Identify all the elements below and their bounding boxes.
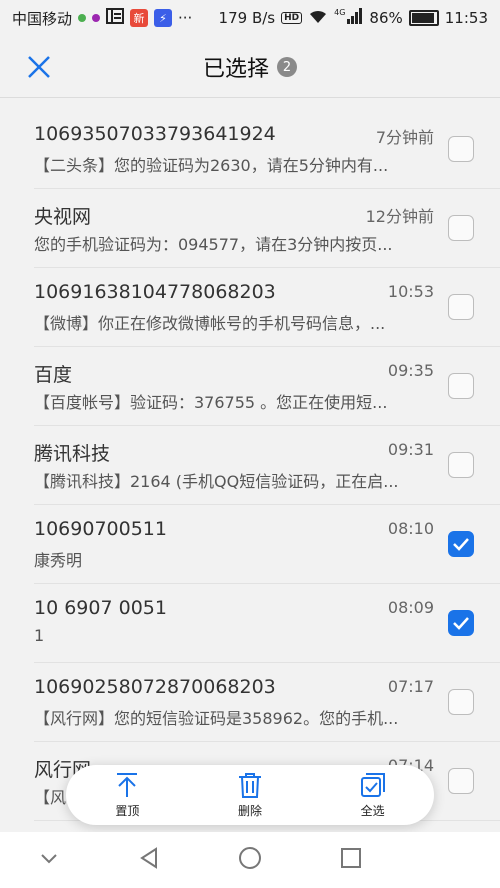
action-bar: 置顶 删除 全选 xyxy=(66,765,434,825)
status-left: 中国移动 新 ⚡ ··· xyxy=(12,8,192,29)
message-row[interactable]: 10690258072870068203 07:17 【风行网】您的短信验证码是35… xyxy=(34,663,500,742)
message-row[interactable]: 10 6907 0051 08:09 1 xyxy=(34,584,500,663)
page-title: 已选择 xyxy=(202,57,269,82)
message-row[interactable]: 腾讯科技 09:31 【腾讯科技】2164 (手机QQ短信验证码，正在启... xyxy=(34,426,500,505)
message-sender: 腾讯科技 xyxy=(34,443,111,465)
select-checkbox[interactable] xyxy=(448,768,474,794)
notes-icon xyxy=(106,8,125,28)
back-triangle-icon xyxy=(139,847,157,869)
select-checkbox[interactable] xyxy=(448,689,474,715)
message-row[interactable]: 10690700511 08:10 康秀明 xyxy=(34,505,500,584)
message-time: 08:10 xyxy=(387,519,434,538)
message-preview: 【百度帐号】验证码：376755 。您正在使用短... xyxy=(34,393,388,412)
message-time: 10:53 xyxy=(387,282,434,301)
close-icon xyxy=(28,56,50,78)
pin-button[interactable]: 置顶 xyxy=(82,771,172,819)
message-preview: 【二头条】您的验证码为2630，请在5分钟内有... xyxy=(34,156,389,175)
network-type-label: 4G xyxy=(334,8,346,17)
status-bar: 中国移动 新 ⚡ ··· 179 B/s HD 4G 86% 11:53 xyxy=(0,0,500,36)
message-sender: 10 6907 0051 xyxy=(34,597,167,619)
chevron-down-icon xyxy=(41,854,57,864)
home-circle-icon xyxy=(238,847,261,869)
selection-header: 已选择 2 xyxy=(0,36,500,98)
carrier-dot-icon xyxy=(78,14,87,22)
lightning-app-icon: ⚡ xyxy=(154,9,173,27)
select-checkbox[interactable] xyxy=(448,294,474,320)
battery-icon xyxy=(408,10,439,26)
pin-to-top-icon xyxy=(117,773,138,797)
message-sender: 央视网 xyxy=(34,206,92,228)
recents-square-icon xyxy=(341,848,362,868)
select-all-icon xyxy=(360,773,385,797)
carrier-dot-2-icon xyxy=(92,14,101,22)
pin-label: 置顶 xyxy=(115,804,140,818)
select-all-label: 全选 xyxy=(360,804,385,818)
message-time: 09:31 xyxy=(387,440,434,459)
message-time: 07:17 xyxy=(387,677,434,696)
message-list[interactable]: 10693507033793641924 7分钟前【二头条】您的验证码为2630，… xyxy=(0,99,500,832)
select-all-button[interactable]: 全选 xyxy=(328,771,418,819)
recents-button[interactable] xyxy=(340,847,362,873)
hd-icon: HD xyxy=(281,12,303,24)
message-preview: 【腾讯科技】2164 (手机QQ短信验证码，正在启... xyxy=(34,472,399,491)
wifi-icon xyxy=(308,8,328,28)
message-row[interactable]: 央视网 12分钟前您的手机验证码为：094577，请在3分钟内按页... xyxy=(34,189,500,268)
selected-count-badge: 2 xyxy=(277,57,297,77)
signal-icon xyxy=(347,8,363,28)
message-row[interactable]: 10693507033793641924 7分钟前【二头条】您的验证码为2630，… xyxy=(34,110,500,189)
collapse-button[interactable] xyxy=(39,848,59,872)
select-checkbox[interactable] xyxy=(448,452,474,478)
select-checkbox[interactable] xyxy=(448,531,474,557)
close-button[interactable] xyxy=(22,50,56,84)
message-sender: 10690258072870068203 xyxy=(34,676,276,698)
message-row[interactable]: 10691638104778068203 10:53 【微博】你正在修改微博帐号的手… xyxy=(34,268,500,347)
message-sender: 百度 xyxy=(34,364,73,386)
message-time: 7分钟前 xyxy=(375,128,434,147)
message-time: 08:09 xyxy=(387,598,434,617)
message-time: 09:35 xyxy=(387,361,434,380)
message-preview: 【风行网】您的短信验证码是358962。您的手机... xyxy=(34,709,399,728)
message-preview: 1 xyxy=(34,626,45,645)
status-right: 179 B/s HD 4G 86% 11:53 xyxy=(219,8,488,28)
net-speed: 179 B/s xyxy=(218,9,276,27)
message-row[interactable]: 百度 09:35 【百度帐号】验证码：376755 。您正在使用短... xyxy=(34,347,500,426)
carrier-label: 中国移动 xyxy=(12,9,73,28)
message-preview: 康秀明 xyxy=(34,551,83,570)
checkmark-icon xyxy=(453,617,469,630)
message-sender: 10690700511 xyxy=(34,518,167,540)
clock: 11:53 xyxy=(444,9,488,27)
delete-label: 删除 xyxy=(237,804,262,818)
title-wrap: 已选择 2 xyxy=(0,36,500,98)
system-nav-bar xyxy=(0,832,500,888)
message-preview: 您的手机验证码为：094577，请在3分钟内按页... xyxy=(34,235,393,254)
message-sender: 10693507033793641924 xyxy=(34,123,276,145)
select-checkbox[interactable] xyxy=(448,610,474,636)
trash-icon xyxy=(238,773,261,798)
more-notifications-icon: ··· xyxy=(178,9,193,27)
select-checkbox[interactable] xyxy=(448,136,474,162)
select-checkbox[interactable] xyxy=(448,215,474,241)
message-preview: 【微博】你正在修改微博帐号的手机号码信息，... xyxy=(34,314,386,333)
message-time: 12分钟前 xyxy=(365,207,434,226)
checkmark-icon xyxy=(453,538,469,551)
red-app-icon: 新 xyxy=(130,9,149,27)
select-checkbox[interactable] xyxy=(448,373,474,399)
battery-percent: 86% xyxy=(369,9,403,27)
delete-button[interactable]: 删除 xyxy=(205,771,295,819)
back-button[interactable] xyxy=(138,847,160,873)
message-sender: 10691638104778068203 xyxy=(34,281,276,303)
home-button[interactable] xyxy=(238,846,262,874)
